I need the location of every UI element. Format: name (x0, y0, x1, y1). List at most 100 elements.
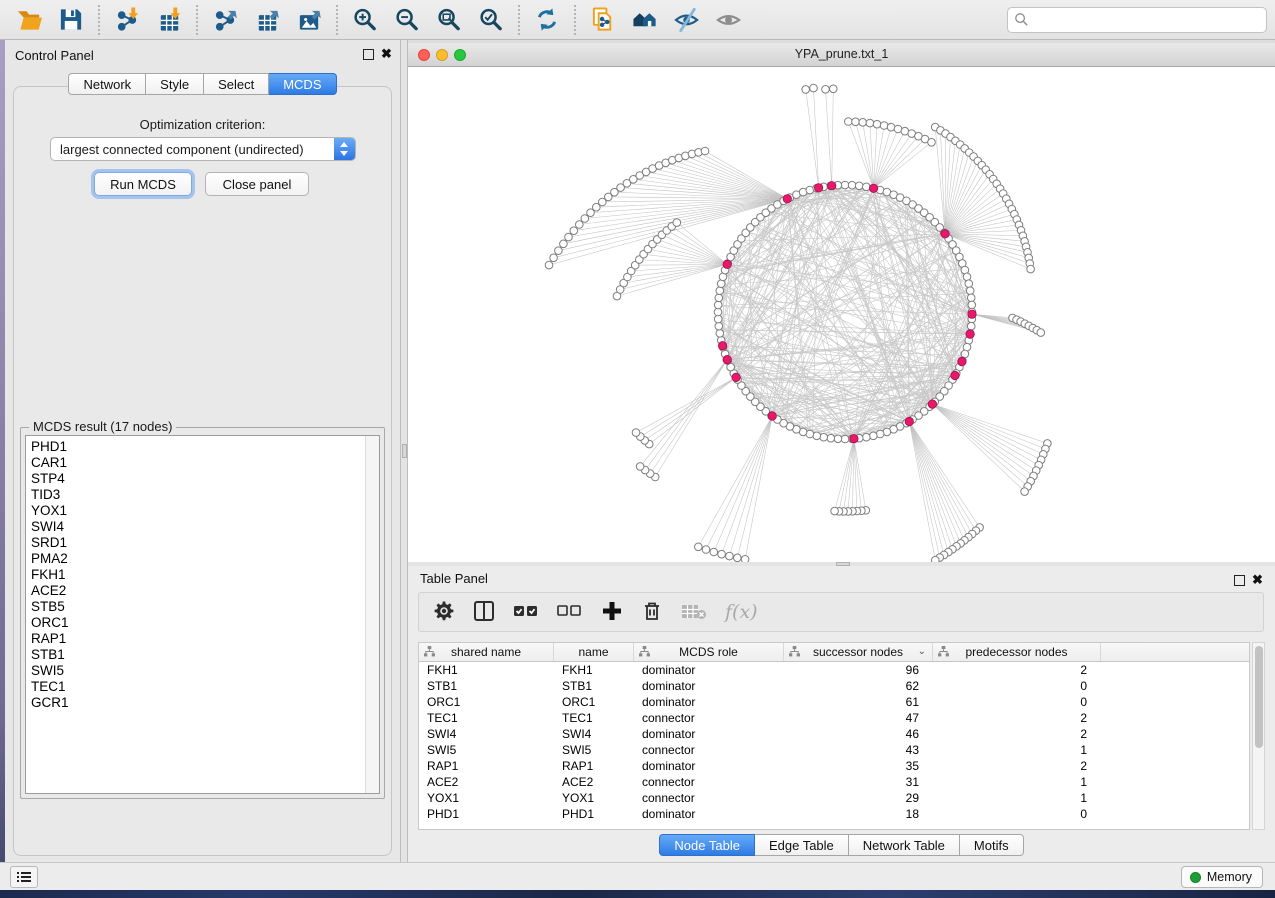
vertical-splitter-handle[interactable] (402, 444, 407, 458)
cell-name: SWI5 (554, 743, 634, 757)
mcds-result-item[interactable]: STB1 (31, 647, 365, 663)
zoom-fit-icon (436, 6, 463, 33)
first-neighbors-button[interactable] (624, 3, 666, 37)
zoom-fit-button[interactable] (428, 3, 470, 37)
mcds-result-item[interactable]: ACE2 (31, 583, 365, 599)
tab-mcds[interactable]: MCDS (269, 73, 336, 95)
vertical-splitter[interactable] (400, 40, 408, 862)
table-row[interactable]: TEC1TEC1connector472 (419, 710, 1249, 726)
tab-network-table[interactable]: Network Table (849, 834, 960, 856)
network-canvas[interactable] (408, 67, 1275, 562)
run-mcds-button[interactable]: Run MCDS (94, 172, 192, 196)
zoom-out-button[interactable] (386, 3, 428, 37)
memory-button[interactable]: Memory (1181, 866, 1263, 888)
mcds-result-item[interactable]: TEC1 (31, 679, 365, 695)
table-row[interactable]: STB1STB1dominator620 (419, 678, 1249, 694)
import-network-button[interactable] (106, 3, 148, 37)
show-all-icon (716, 6, 743, 33)
zoom-selected-button[interactable] (470, 3, 512, 37)
open-file-icon (16, 6, 43, 33)
dropdown-selected-value: largest connected component (undirected) (51, 142, 334, 157)
cell-mcds_role: dominator (634, 695, 784, 709)
duplicate-network-icon (590, 6, 617, 33)
mcds-result-item[interactable]: ORC1 (31, 615, 365, 631)
close-table-panel-icon[interactable]: ✖ (1252, 575, 1263, 586)
table-row[interactable]: SWI5SWI5connector431 (419, 742, 1249, 758)
tab-network[interactable]: Network (68, 73, 146, 95)
columns-button[interactable] (473, 598, 495, 626)
network-nodes[interactable] (545, 84, 1051, 562)
hide-selected-icon (674, 6, 701, 33)
tab-select[interactable]: Select (204, 73, 269, 95)
export-network-button[interactable] (204, 3, 246, 37)
mcds-result-item[interactable]: CAR1 (31, 455, 365, 471)
cell-mcds_role: dominator (634, 727, 784, 741)
mcds-result-item[interactable]: PMA2 (31, 551, 365, 567)
duplicate-network-button[interactable] (582, 3, 624, 37)
export-table-button[interactable] (246, 3, 288, 37)
show-all-button[interactable] (708, 3, 750, 37)
cell-shared_name: ORC1 (419, 695, 554, 709)
close-panel-button[interactable]: Close panel (205, 172, 309, 196)
task-history-button[interactable] (10, 866, 38, 888)
mcds-result-item[interactable]: STP4 (31, 471, 365, 487)
deselect-all-button[interactable] (557, 598, 583, 626)
mcds-result-item[interactable]: PHD1 (31, 439, 365, 455)
mcds-result-item[interactable]: YOX1 (31, 503, 365, 519)
cell-predecessor_nodes: 0 (933, 695, 1101, 709)
mcds-result-item[interactable]: STB5 (31, 599, 365, 615)
status-bar: Memory (0, 862, 1275, 890)
tab-edge-table[interactable]: Edge Table (755, 834, 849, 856)
gear-button[interactable] (433, 598, 455, 626)
table-scrollbar[interactable] (1252, 642, 1265, 830)
mcds-result-item[interactable]: RAP1 (31, 631, 365, 647)
cell-successor_nodes: 31 (784, 775, 933, 789)
table-row[interactable]: ACE2ACE2connector311 (419, 774, 1249, 790)
column-header-MCDS-role[interactable]: MCDS role (634, 643, 784, 661)
main-toolbar (0, 0, 1275, 40)
table-row[interactable]: ORC1ORC1dominator610 (419, 694, 1249, 710)
cell-mcds_role: connector (634, 711, 784, 725)
float-window-icon[interactable] (363, 49, 374, 60)
tab-node-table[interactable]: Node Table (659, 834, 755, 856)
close-window-icon[interactable]: ✖ (381, 49, 392, 60)
float-table-panel-icon[interactable] (1234, 575, 1245, 586)
delete-column-button[interactable] (641, 598, 663, 626)
apply-layout-button[interactable] (526, 3, 568, 37)
column-header-name[interactable]: name (554, 643, 634, 661)
mcds-result-list[interactable]: PHD1CAR1STP4TID3YOX1SWI4SRD1PMA2FKH1ACE2… (25, 435, 380, 794)
table-row[interactable]: SWI4SWI4dominator462 (419, 726, 1249, 742)
table-row[interactable]: FKH1FKH1dominator962 (419, 662, 1249, 678)
column-header-successor-nodes[interactable]: successor nodes⌄ (784, 643, 933, 661)
search-input[interactable] (1007, 7, 1267, 33)
cell-name: STB1 (554, 679, 634, 693)
sort-menu-icon[interactable]: ⌄ (918, 646, 926, 657)
mcds-result-item[interactable]: TID3 (31, 487, 365, 503)
table-row[interactable]: YOX1YOX1connector291 (419, 790, 1249, 806)
tab-style[interactable]: Style (146, 73, 204, 95)
mcds-result-item[interactable]: SRD1 (31, 535, 365, 551)
save-session-button[interactable] (50, 3, 92, 37)
node-table-header: shared namenameMCDS rolesuccessor nodes⌄… (419, 643, 1249, 662)
function-builder-button: f(x) (725, 598, 758, 626)
optimization-criterion-dropdown[interactable]: largest connected component (undirected) (50, 137, 356, 161)
mcds-result-item[interactable]: SWI5 (31, 663, 365, 679)
open-file-button[interactable] (8, 3, 50, 37)
column-header-shared-name[interactable]: shared name (419, 643, 554, 661)
column-header-predecessor-nodes[interactable]: predecessor nodes (933, 643, 1101, 661)
select-all-button[interactable] (513, 598, 539, 626)
mcds-result-item[interactable]: SWI4 (31, 519, 365, 535)
tab-motifs[interactable]: Motifs (960, 834, 1024, 856)
mcds-result-item[interactable]: GCR1 (31, 695, 365, 711)
table-row[interactable]: RAP1RAP1dominator352 (419, 758, 1249, 774)
add-column-button[interactable] (601, 598, 623, 626)
mcds-result-item[interactable]: FKH1 (31, 567, 365, 583)
hide-selected-button[interactable] (666, 3, 708, 37)
cell-predecessor_nodes: 2 (933, 663, 1101, 677)
mcds-list-scrollbar[interactable] (365, 436, 379, 793)
zoom-in-button[interactable] (344, 3, 386, 37)
import-table-button[interactable] (148, 3, 190, 37)
table-scrollbar-thumb[interactable] (1255, 646, 1263, 748)
export-image-button[interactable] (288, 3, 330, 37)
table-row[interactable]: PHD1PHD1dominator180 (419, 806, 1249, 822)
